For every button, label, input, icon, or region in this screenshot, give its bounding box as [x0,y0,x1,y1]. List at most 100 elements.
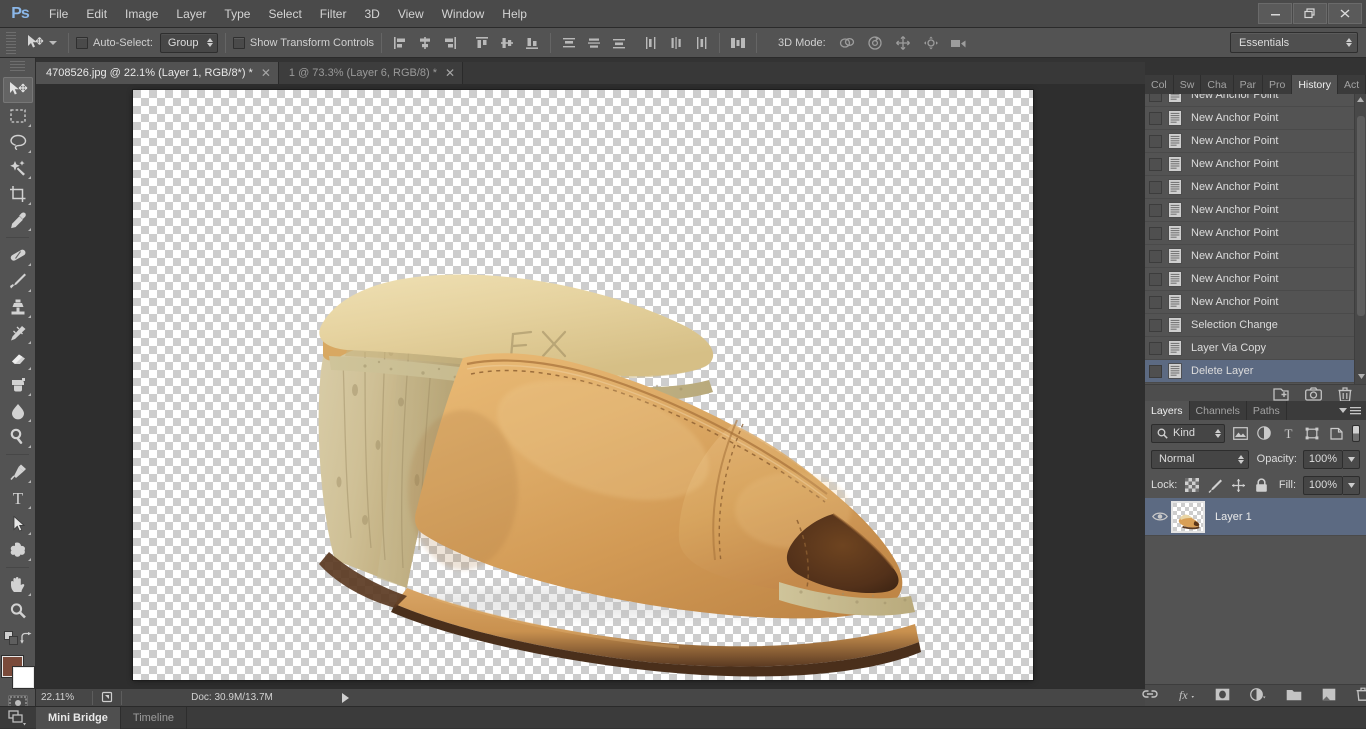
panel-tab-pro[interactable]: Pro [1263,75,1292,94]
tool-hand-tool[interactable] [3,572,33,598]
pan-3d-icon[interactable] [892,33,914,53]
default-colors-icon[interactable] [4,631,19,649]
new-adjustment-layer-icon[interactable] [1250,688,1266,704]
layer-visibility-eye-icon[interactable] [1149,511,1171,522]
panel-tab-paths[interactable]: Paths [1247,401,1287,420]
align-horizontal-centers-icon[interactable] [414,33,436,53]
tool-blur-tool[interactable] [3,398,33,424]
opacity-dropdown-arrow-icon[interactable] [1343,450,1360,469]
history-snapshot-checkbox[interactable] [1149,227,1162,240]
add-layer-mask-icon[interactable] [1215,688,1230,704]
options-bar-grip[interactable] [6,32,16,54]
tool-brush-tool[interactable] [3,268,33,294]
distribute-left-edges-icon[interactable] [640,33,662,53]
history-scrollbar[interactable] [1354,94,1366,384]
tool-custom-shape-tool[interactable] [3,537,33,563]
panel-tab-col[interactable]: Col [1145,75,1174,94]
align-top-edges-icon[interactable] [471,33,493,53]
history-state-row[interactable]: New Anchor Point [1145,222,1354,245]
history-state-row[interactable]: New Anchor Point [1145,199,1354,222]
history-state-row[interactable]: New Anchor Point [1145,245,1354,268]
history-state-row[interactable]: New Anchor Point [1145,130,1354,153]
panel-tab-history[interactable]: History [1292,75,1338,94]
scroll-down-arrow-icon[interactable] [1355,371,1366,382]
filter-type-icon[interactable]: T [1279,423,1297,443]
menu-window[interactable]: Window [433,0,494,28]
zoom-camera-3d-icon[interactable] [948,33,970,53]
history-snapshot-checkbox[interactable] [1149,158,1162,171]
document-tab-close-icon[interactable]: ✕ [445,67,455,79]
lock-transparent-pixels-icon[interactable] [1184,477,1200,493]
new-layer-icon[interactable] [1322,688,1336,704]
history-snapshot-checkbox[interactable] [1149,342,1162,355]
history-state-row[interactable]: New Anchor Point [1145,291,1354,314]
menu-layer[interactable]: Layer [167,0,215,28]
tool-history-brush-tool[interactable] [3,320,33,346]
tool-path-selection-tool[interactable] [3,511,33,537]
preview-toggle-icon[interactable] [93,691,121,704]
history-state-row[interactable]: New Anchor Point [1145,94,1354,107]
tool-quick-selection-tool[interactable] [3,155,33,181]
history-state-row[interactable]: Layer Via Copy [1145,337,1354,360]
document-tab-0[interactable]: 4708526.jpg @ 22.1% (Layer 1, RGB/8*) *✕ [36,62,279,84]
background-color-swatch[interactable] [13,667,34,688]
history-scroll-thumb[interactable] [1357,116,1365,316]
history-snapshot-checkbox[interactable] [1149,94,1162,102]
tools-panel-grip[interactable] [10,61,25,73]
history-states-list[interactable]: New Anchor PointNew Anchor PointNew Anch… [1145,94,1366,384]
show-transform-controls-checkbox[interactable] [233,37,245,49]
delete-layer-icon[interactable] [1356,687,1366,704]
align-right-edges-icon[interactable] [439,33,461,53]
tool-crop-tool[interactable] [3,181,33,207]
maximize-restore-button[interactable] [1293,3,1327,24]
bottom-tab-mini-bridge[interactable]: Mini Bridge [36,707,121,729]
tool-preset-picker[interactable] [20,33,61,53]
mini-bridge-launcher-icon[interactable] [0,709,36,727]
zoom-level-field[interactable]: 22.11% [36,692,92,703]
history-state-row[interactable]: New Anchor Point [1145,176,1354,199]
history-snapshot-checkbox[interactable] [1149,250,1162,263]
menu-select[interactable]: Select [259,0,310,28]
status-arrow-icon[interactable] [342,693,349,703]
menu-help[interactable]: Help [493,0,536,28]
tool-horizontal-type-tool[interactable]: T [3,485,33,511]
auto-align-layers-icon[interactable] [727,33,749,53]
filter-toggle-icon[interactable] [1352,425,1360,442]
distribute-vertical-centers-icon[interactable] [583,33,605,53]
history-snapshot-checkbox[interactable] [1149,181,1162,194]
roll-3d-icon[interactable] [864,33,886,53]
document-canvas[interactable]: FRAU [133,90,1033,680]
tool-zoom-tool[interactable] [3,598,33,624]
panel-tab-layers[interactable]: Layers [1145,401,1190,420]
menu-image[interactable]: Image [116,0,167,28]
swap-colors-icon[interactable] [19,632,33,649]
tool-dodge-tool[interactable] [3,424,33,450]
panel-tab-act[interactable]: Act [1338,75,1366,94]
history-state-row[interactable]: Selection Change [1145,314,1354,337]
document-tab-1[interactable]: 1 @ 73.3% (Layer 6, RGB/8) *✕ [279,62,463,84]
filter-shape-icon[interactable] [1303,423,1321,443]
link-layers-icon[interactable] [1142,688,1158,703]
history-state-row[interactable]: Delete Layer [1145,360,1354,383]
layers-list[interactable]: Layer 1 [1145,498,1366,536]
tool-clone-stamp-tool[interactable] [3,294,33,320]
history-snapshot-checkbox[interactable] [1149,273,1162,286]
lock-position-icon[interactable] [1230,477,1246,493]
scroll-up-arrow-icon[interactable] [1355,94,1366,105]
history-snapshot-checkbox[interactable] [1149,365,1162,378]
tool-eyedropper-tool[interactable] [3,207,33,233]
align-vertical-centers-icon[interactable] [496,33,518,53]
orbit-3d-icon[interactable] [836,33,858,53]
distribute-top-edges-icon[interactable] [558,33,580,53]
layer-style-fx-icon[interactable]: fx [1178,688,1195,704]
tool-pen-tool[interactable] [3,459,33,485]
tool-rectangular-marquee-tool[interactable] [3,103,33,129]
close-button[interactable] [1328,3,1362,24]
canvas-area[interactable]: FRAU [36,84,1145,688]
menu-type[interactable]: Type [215,0,259,28]
distribute-horizontal-centers-icon[interactable] [665,33,687,53]
fill-dropdown-arrow-icon[interactable] [1343,476,1360,495]
slide-3d-icon[interactable] [920,33,942,53]
history-snapshot-checkbox[interactable] [1149,296,1162,309]
lock-all-icon[interactable] [1253,477,1269,493]
